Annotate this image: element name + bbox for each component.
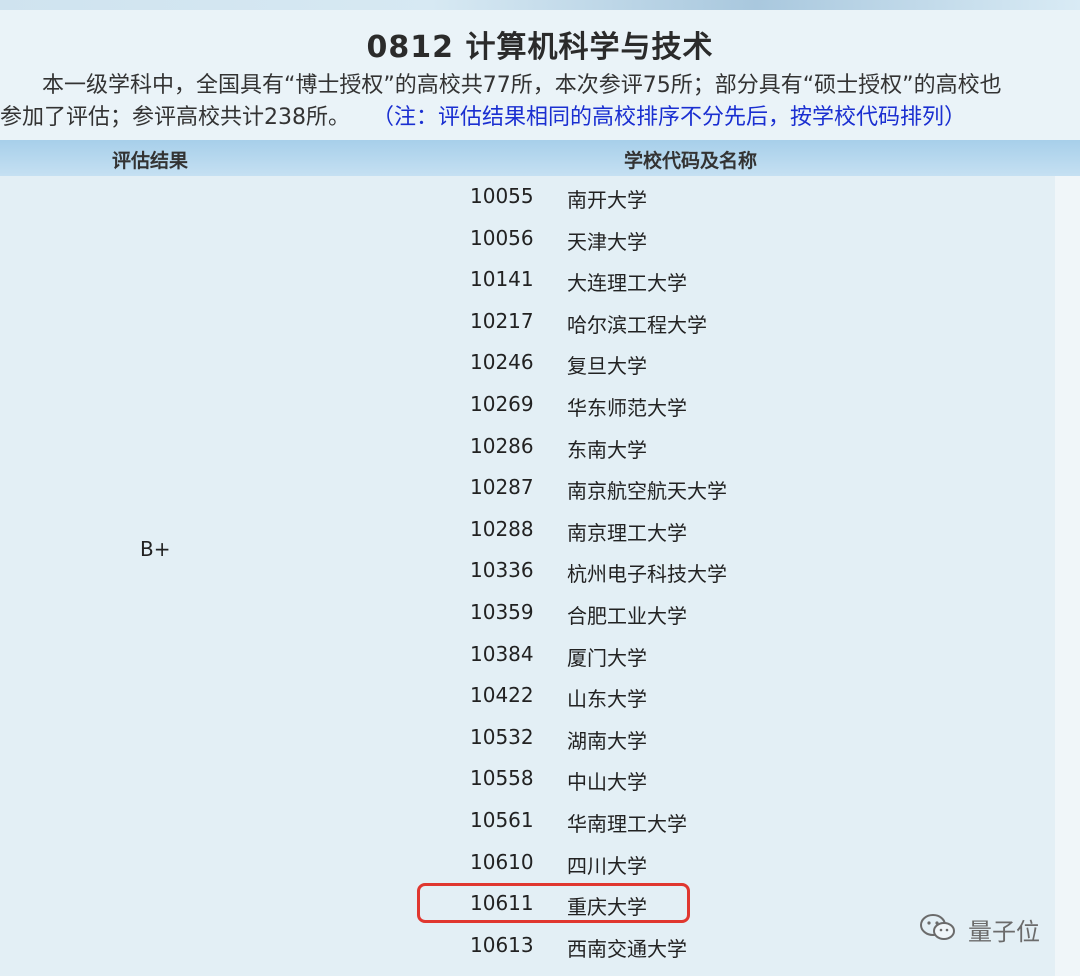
school-code: 10055 [470,184,534,208]
table-row: 10217 哈尔滨工程大学 [0,301,1055,343]
school-name: 南京理工大学 [567,520,687,545]
school-code: 10141 [470,267,534,292]
school-list: 10055 南开大学 10056 天津大学 10141 大连理工大学 10217 哈尔滨工程大… [0,176,1055,966]
school-code: 10613 [470,932,534,957]
school-code: 10056 [470,225,534,250]
school-name: 复旦大学 [567,354,647,379]
school-name: 大连理工大学 [567,271,687,296]
table-row: 10056 天津大学 [0,218,1055,260]
table-row: 10246 复旦大学 [0,342,1055,384]
school-code: 10288 [470,516,534,541]
table-row: 10422 山东大学 [0,675,1055,717]
intro-line-1: 本一级学科中，全国具有“博士授权”的高校共77所，本次参评75所；部分具有“硕士… [42,73,1002,98]
table-row: 10287 南京航空航天大学 [0,467,1055,509]
wechat-icon [920,914,955,940]
table-row: 10532 湖南大学 [0,717,1055,759]
school-name: 华南理工大学 [567,811,687,836]
page-margin [1055,176,1080,976]
school-code: 10532 [470,724,534,749]
table-row: 10384 厦门大学 [0,634,1055,676]
table-row: 10558 中山大学 [0,758,1055,800]
school-code: 10246 [470,350,534,375]
school-name: 湖南大学 [567,728,647,753]
top-banner-strip [0,0,1080,10]
table-row: 10561 华南理工大学 [0,800,1055,842]
table-row: 10269 华东师范大学 [0,384,1055,426]
school-name: 西南交通大学 [567,936,687,961]
school-name: 哈尔滨工程大学 [567,312,707,337]
school-name: 中山大学 [567,770,647,795]
school-name: 华东师范大学 [567,395,687,420]
table-row: 10286 东南大学 [0,426,1055,468]
school-name: 山东大学 [567,687,647,712]
table-row: 10613 西南交通大学 [0,925,1055,967]
school-code: 10217 [470,308,534,333]
school-name: 厦门大学 [567,645,647,670]
school-code: 10561 [470,807,534,832]
school-name: 杭州电子科技大学 [567,562,727,587]
school-code: 10336 [470,558,534,583]
school-code: 10558 [470,766,534,791]
column-header-school: 学校代码及名称 [624,150,758,172]
table-row: 10359 合肥工业大学 [0,592,1055,634]
school-name: 南开大学 [567,188,647,212]
column-header-result: 评估结果 [112,150,189,172]
school-name: 四川大学 [567,853,647,878]
school-name: 东南大学 [567,437,647,462]
table-row: 10336 杭州电子科技大学 [0,550,1055,592]
school-name: 南京航空航天大学 [567,479,727,504]
school-code: 10269 [470,391,534,416]
watermark: 量子位 [918,910,1058,946]
intro-text: 本一级学科中，全国具有“博士授权”的高校共77所，本次参评75所；部分具有“硕士… [0,70,1080,134]
table-header: 评估结果 学校代码及名称 [0,140,1080,176]
intro-line-2: 参加了评估；参评高校共计238所。 （注：评估结果相同的高校排序不分先后，按学校代… [0,102,966,134]
watermark-text: 量子位 [968,918,1040,946]
page-title: 0812 计算机科学与技术 [366,30,714,65]
school-code: 10384 [470,641,534,666]
table-row: 10610 四川大学 [0,842,1055,884]
school-name: 天津大学 [567,229,647,254]
table-row: 10141 大连理工大学 [0,259,1055,301]
highlight-box [417,883,690,923]
table-row: 10055 南开大学 [0,176,1055,218]
table-row: 10288 南京理工大学 [0,509,1055,551]
ranking-note: （注：评估结果相同的高校排序不分先后，按学校代码排列） [372,105,967,130]
intro-line-2-text: 参加了评估；参评高校共计238所。 [0,105,350,130]
school-code: 10287 [470,475,534,500]
school-code: 10286 [470,433,534,458]
school-code: 10610 [470,849,534,874]
school-code: 10422 [470,683,534,708]
school-name: 合肥工业大学 [567,603,687,628]
school-code: 10359 [470,599,534,624]
